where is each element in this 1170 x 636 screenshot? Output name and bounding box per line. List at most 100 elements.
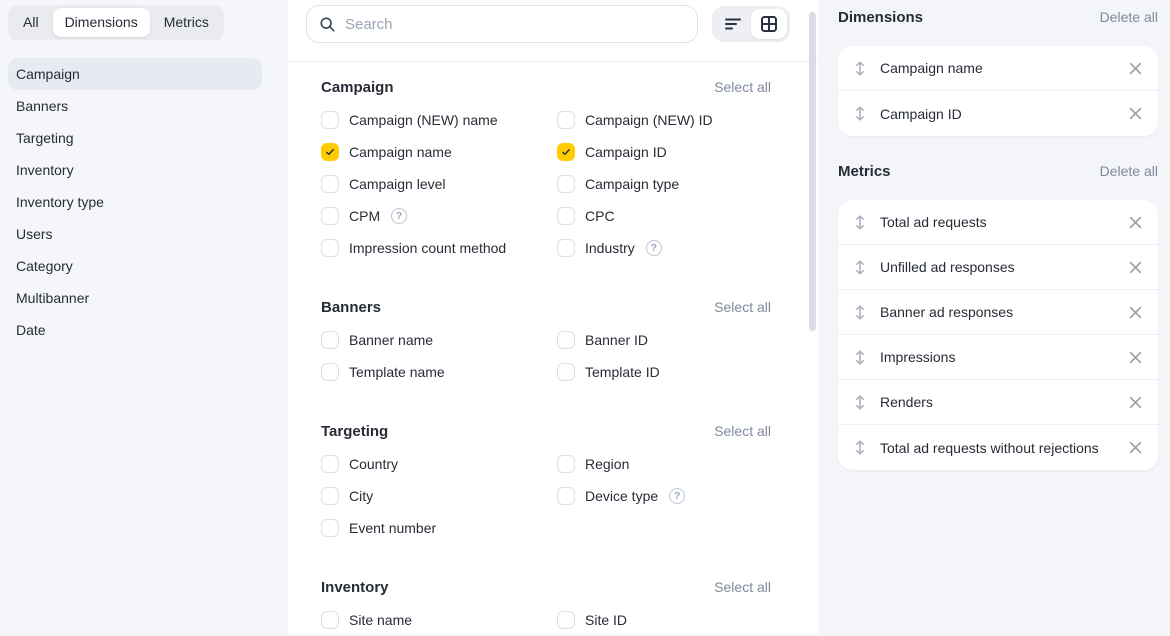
sidebar-item-date[interactable]: Date — [8, 314, 262, 346]
sidebar-item-targeting[interactable]: Targeting — [8, 122, 262, 154]
field-option-label: Impression count method — [349, 240, 506, 256]
tab-metrics[interactable]: Metrics — [152, 8, 221, 37]
checkbox-unchecked[interactable] — [321, 519, 339, 537]
checkbox-unchecked[interactable] — [557, 175, 575, 193]
select-all-link[interactable]: Select all — [714, 423, 771, 439]
field-option-cpc[interactable]: CPC — [557, 200, 771, 232]
checkbox-unchecked[interactable] — [321, 611, 339, 629]
remove-icon[interactable] — [1126, 213, 1144, 231]
field-option-banner-name[interactable]: Banner name — [321, 324, 557, 356]
field-option-label: Campaign ID — [585, 144, 667, 160]
checkbox-unchecked[interactable] — [321, 487, 339, 505]
remove-icon[interactable] — [1126, 59, 1144, 77]
field-option-cpm[interactable]: CPM? — [321, 200, 557, 232]
tab-all[interactable]: All — [11, 8, 51, 37]
checkbox-unchecked[interactable] — [321, 207, 339, 225]
field-option-campaign-level[interactable]: Campaign level — [321, 168, 557, 200]
field-option-label: Campaign type — [585, 176, 679, 192]
field-option-country[interactable]: Country — [321, 448, 557, 480]
drag-handle-icon[interactable] — [854, 214, 866, 231]
list-view-button[interactable] — [715, 9, 751, 39]
sidebar-item-banners[interactable]: Banners — [8, 90, 262, 122]
field-option-site-id[interactable]: Site ID — [557, 604, 771, 636]
help-icon[interactable]: ? — [391, 208, 407, 224]
remove-icon[interactable] — [1126, 439, 1144, 457]
selected-item-label: Unfilled ad responses — [880, 257, 1126, 277]
search-input[interactable] — [345, 16, 685, 33]
checkbox-unchecked[interactable] — [557, 363, 575, 381]
select-all-link[interactable]: Select all — [714, 79, 771, 95]
grid-view-button[interactable] — [751, 9, 787, 39]
section-banners: BannersSelect allBanner nameBanner IDTem… — [321, 292, 771, 388]
tab-dimensions[interactable]: Dimensions — [53, 8, 150, 37]
checkbox-unchecked[interactable] — [557, 455, 575, 473]
field-option-city[interactable]: City — [321, 480, 557, 512]
checkbox-unchecked[interactable] — [321, 455, 339, 473]
checkbox-checked[interactable] — [557, 143, 575, 161]
sidebar-item-multibanner[interactable]: Multibanner — [8, 282, 262, 314]
sidebar-item-campaign[interactable]: Campaign — [8, 58, 262, 90]
checkbox-unchecked[interactable] — [321, 331, 339, 349]
sidebar-item-inventory[interactable]: Inventory — [8, 154, 262, 186]
scrollbar-thumb[interactable] — [809, 12, 816, 331]
checkbox-grid: CountryRegion City Device type?Event numbe… — [321, 448, 771, 544]
remove-icon[interactable] — [1126, 348, 1144, 366]
remove-icon[interactable] — [1126, 393, 1144, 411]
sidebar-item-users[interactable]: Users — [8, 218, 262, 250]
checkbox-unchecked[interactable] — [557, 611, 575, 629]
delete-all-link[interactable]: Delete all — [1100, 163, 1158, 179]
checkbox-checked[interactable] — [321, 143, 339, 161]
field-option-event-number[interactable]: Event number — [321, 512, 557, 544]
field-option-campaign-new-name[interactable]: Campaign (NEW) name — [321, 104, 557, 136]
selected-panel: DimensionsDelete allCampaign nameCampaig… — [818, 0, 1170, 634]
drag-handle-icon[interactable] — [854, 304, 866, 321]
field-option-campaign-id[interactable]: Campaign ID — [557, 136, 771, 168]
field-option-label: Campaign level — [349, 176, 446, 192]
selected-item-total-ad-requests: Total ad requests — [838, 200, 1158, 245]
field-option-region[interactable]: Region — [557, 448, 771, 480]
remove-icon[interactable] — [1126, 303, 1144, 321]
sidebar-item-category[interactable]: Category — [8, 250, 262, 282]
drag-handle-icon[interactable] — [854, 60, 866, 77]
field-option-impression-count-method[interactable]: Impression count method — [321, 232, 557, 264]
field-option-label: Industry — [585, 240, 635, 256]
drag-handle-icon[interactable] — [854, 259, 866, 276]
select-all-link[interactable]: Select all — [714, 299, 771, 315]
field-option-campaign-name[interactable]: Campaign name — [321, 136, 557, 168]
checkbox-unchecked[interactable] — [321, 363, 339, 381]
field-option-campaign-new-id[interactable]: Campaign (NEW) ID — [557, 104, 771, 136]
checkbox-unchecked[interactable] — [557, 207, 575, 225]
delete-all-link[interactable]: Delete all — [1100, 9, 1158, 25]
remove-icon[interactable] — [1126, 105, 1144, 123]
drag-handle-icon[interactable] — [854, 349, 866, 366]
sidebar-item-inventory-type[interactable]: Inventory type — [8, 186, 262, 218]
help-icon[interactable]: ? — [646, 240, 662, 256]
field-option-template-id[interactable]: Template ID — [557, 356, 771, 388]
field-option-label: Campaign (NEW) ID — [585, 112, 713, 128]
drag-handle-icon[interactable] — [854, 394, 866, 411]
drag-handle-icon[interactable] — [854, 439, 866, 456]
field-option-label: City — [349, 488, 373, 504]
checkbox-unchecked[interactable] — [321, 239, 339, 257]
checkbox-unchecked[interactable] — [321, 175, 339, 193]
field-option-banner-id[interactable]: Banner ID — [557, 324, 771, 356]
remove-icon[interactable] — [1126, 258, 1144, 276]
field-option-industry[interactable]: Industry? — [557, 232, 771, 264]
field-option-label: CPC — [585, 208, 615, 224]
select-all-link[interactable]: Select all — [714, 579, 771, 595]
checkbox-unchecked[interactable] — [557, 487, 575, 505]
field-option-site-name[interactable]: Site name — [321, 604, 557, 636]
list-view-icon — [724, 15, 742, 33]
search-box[interactable] — [306, 5, 698, 43]
checkbox-unchecked[interactable] — [557, 331, 575, 349]
field-option-campaign-type[interactable]: Campaign type — [557, 168, 771, 200]
checkbox-unchecked[interactable] — [321, 111, 339, 129]
checkbox-unchecked[interactable] — [557, 111, 575, 129]
field-option-device-type[interactable]: Device type? — [557, 480, 771, 512]
field-option-template-name[interactable]: Template name — [321, 356, 557, 388]
view-toggle — [712, 6, 790, 42]
help-icon[interactable]: ? — [669, 488, 685, 504]
checkbox-unchecked[interactable] — [557, 239, 575, 257]
field-option-label: Template ID — [585, 364, 660, 380]
drag-handle-icon[interactable] — [854, 105, 866, 122]
